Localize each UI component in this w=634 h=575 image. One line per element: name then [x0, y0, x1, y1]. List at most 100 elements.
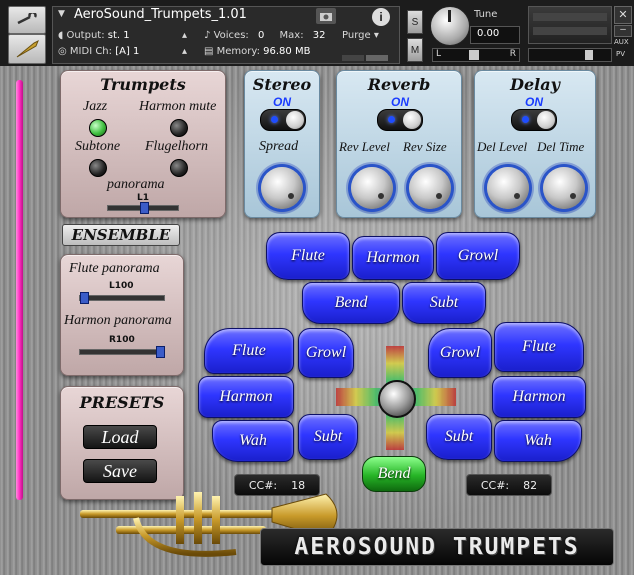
- tune-knob[interactable]: [430, 6, 470, 46]
- aux-label[interactable]: AUX: [614, 38, 629, 46]
- reverb-panel: Reverb ON Rev Level Rev Size: [336, 70, 462, 218]
- spread-knob[interactable]: [261, 167, 303, 209]
- jazz-led[interactable]: [89, 119, 107, 137]
- left-flute-button[interactable]: Flute: [204, 328, 294, 374]
- harmon-panorama-thumb[interactable]: [156, 346, 165, 358]
- memory-icon: ▤: [204, 46, 214, 57]
- purge-dropdown[interactable]: Purge ▾: [342, 30, 379, 41]
- volume-slider[interactable]: [528, 48, 612, 62]
- left-harmon-button[interactable]: Harmon: [198, 376, 294, 418]
- pan-left-label: L: [436, 49, 442, 59]
- left-growl-button[interactable]: Growl: [298, 328, 354, 378]
- memory-label: Memory:: [216, 46, 260, 57]
- ensemble-panel: Flute panorama L100 Harmon panorama R100: [60, 254, 184, 376]
- flute-panorama-slider[interactable]: [79, 292, 165, 304]
- cc-right-field[interactable]: CC#: 82: [466, 474, 552, 496]
- mute-button[interactable]: M: [407, 38, 423, 62]
- del-time-knob[interactable]: [543, 167, 585, 209]
- reverb-on-label: ON: [391, 95, 409, 109]
- tune-label: Tune: [474, 9, 498, 20]
- top-harmon-button[interactable]: Harmon: [352, 236, 434, 280]
- flugelhorn-led[interactable]: [170, 159, 188, 177]
- collapse-icon[interactable]: ▼: [58, 9, 65, 19]
- flute-panorama-label: Flute panorama: [69, 261, 160, 276]
- stereo-title: Stereo: [252, 75, 312, 94]
- output-row[interactable]: ◖ Output: st. 1: [58, 30, 130, 41]
- midi-label: MIDI Ch:: [69, 46, 113, 57]
- cc-right-value: 82: [523, 478, 538, 492]
- rev-size-knob[interactable]: [409, 167, 451, 209]
- save-button[interactable]: Save: [83, 459, 157, 483]
- minimize-icon[interactable]: –: [614, 25, 632, 37]
- rev-level-knob[interactable]: [351, 167, 393, 209]
- pv-label[interactable]: PV: [616, 50, 625, 58]
- reverb-toggle[interactable]: [377, 109, 423, 131]
- solo-button[interactable]: S: [407, 10, 423, 34]
- voices-row: ♪ Voices: 0 Max: 32: [204, 30, 326, 41]
- stereo-panel: Stereo ON Spread: [244, 70, 320, 218]
- trumpet-icon-button[interactable]: [8, 34, 46, 64]
- right-wah-button[interactable]: Wah: [494, 420, 582, 462]
- side-level-bar: [16, 80, 23, 500]
- delay-panel: Delay ON Del Level Del Time: [474, 70, 596, 218]
- wrench-button[interactable]: [8, 6, 46, 34]
- camera-icon[interactable]: [316, 8, 336, 24]
- left-wah-button[interactable]: Wah: [212, 420, 294, 462]
- harmon-mute-label: Harmon mute: [139, 99, 217, 114]
- output-value: st. 1: [107, 30, 130, 41]
- delay-title: Delay: [510, 75, 560, 94]
- midi-icon: ◎: [58, 46, 67, 57]
- load-button[interactable]: Load: [83, 425, 157, 449]
- pan-slider[interactable]: L R: [432, 48, 520, 62]
- harmon-panorama-label: Harmon panorama: [64, 313, 172, 328]
- stereo-toggle[interactable]: [260, 109, 306, 131]
- wrench-icon: [17, 13, 37, 25]
- chevron-down-icon: ▾: [373, 30, 379, 41]
- flute-panorama-thumb[interactable]: [80, 292, 89, 304]
- right-subt-button[interactable]: Subt: [426, 414, 492, 460]
- midi-dropdown-icon[interactable]: ▴: [182, 46, 187, 57]
- subtone-led[interactable]: [89, 159, 107, 177]
- logo-text: AEROSOUND TRUMPETS: [294, 534, 580, 560]
- stereo-on-label: ON: [273, 95, 291, 109]
- jazz-label: Jazz: [83, 99, 108, 114]
- close-icon[interactable]: ✕: [614, 6, 632, 24]
- harmon-panorama-slider[interactable]: [79, 346, 165, 358]
- voices-value: 0: [257, 30, 265, 41]
- level-meter: [528, 6, 612, 44]
- output-dropdown-icon[interactable]: ▴: [182, 30, 187, 41]
- tune-value-field[interactable]: 0.00: [470, 26, 520, 44]
- delay-toggle[interactable]: [511, 109, 557, 131]
- presets-title: PRESETS: [79, 393, 165, 412]
- max-value: 32: [312, 30, 326, 41]
- midi-row[interactable]: ◎ MIDI Ch: [A] 1: [58, 46, 139, 57]
- right-growl-button[interactable]: Growl: [428, 328, 492, 378]
- panorama-label: panorama: [107, 177, 165, 192]
- purge-label: Purge: [342, 30, 371, 41]
- voices-icon: ♪: [204, 30, 211, 41]
- right-flute-button[interactable]: Flute: [494, 322, 584, 372]
- left-subt-button[interactable]: Subt: [298, 414, 358, 460]
- del-level-knob[interactable]: [487, 167, 529, 209]
- output-label: Output:: [66, 30, 105, 41]
- logo-banner: AEROSOUND TRUMPETS: [260, 528, 614, 566]
- top-bend-button[interactable]: Bend: [302, 282, 400, 324]
- subtone-label: Subtone: [75, 139, 121, 154]
- main-panel: Trumpets Jazz Harmon mute Subtone Flugel…: [0, 66, 634, 575]
- right-harmon-button[interactable]: Harmon: [492, 376, 586, 418]
- trumpets-panorama-slider[interactable]: [107, 202, 179, 214]
- max-label: Max:: [279, 30, 304, 41]
- trumpets-panorama-thumb[interactable]: [140, 202, 149, 214]
- purge-meter: [342, 48, 390, 61]
- memory-row: ▤ Memory: 96.80 MB: [204, 46, 310, 57]
- joystick-knob[interactable]: [378, 380, 416, 418]
- top-subt-button[interactable]: Subt: [402, 282, 486, 324]
- bottom-bend-button[interactable]: Bend: [362, 456, 426, 492]
- spread-label: Spread: [259, 139, 299, 154]
- top-growl-button[interactable]: Growl: [436, 232, 520, 280]
- top-flute-button[interactable]: Flute: [266, 232, 350, 280]
- instrument-name[interactable]: AeroSound_Trumpets_1.01: [74, 7, 247, 22]
- memory-value: 96.80 MB: [263, 46, 311, 57]
- info-icon[interactable]: i: [372, 8, 390, 26]
- harmon-mute-led[interactable]: [170, 119, 188, 137]
